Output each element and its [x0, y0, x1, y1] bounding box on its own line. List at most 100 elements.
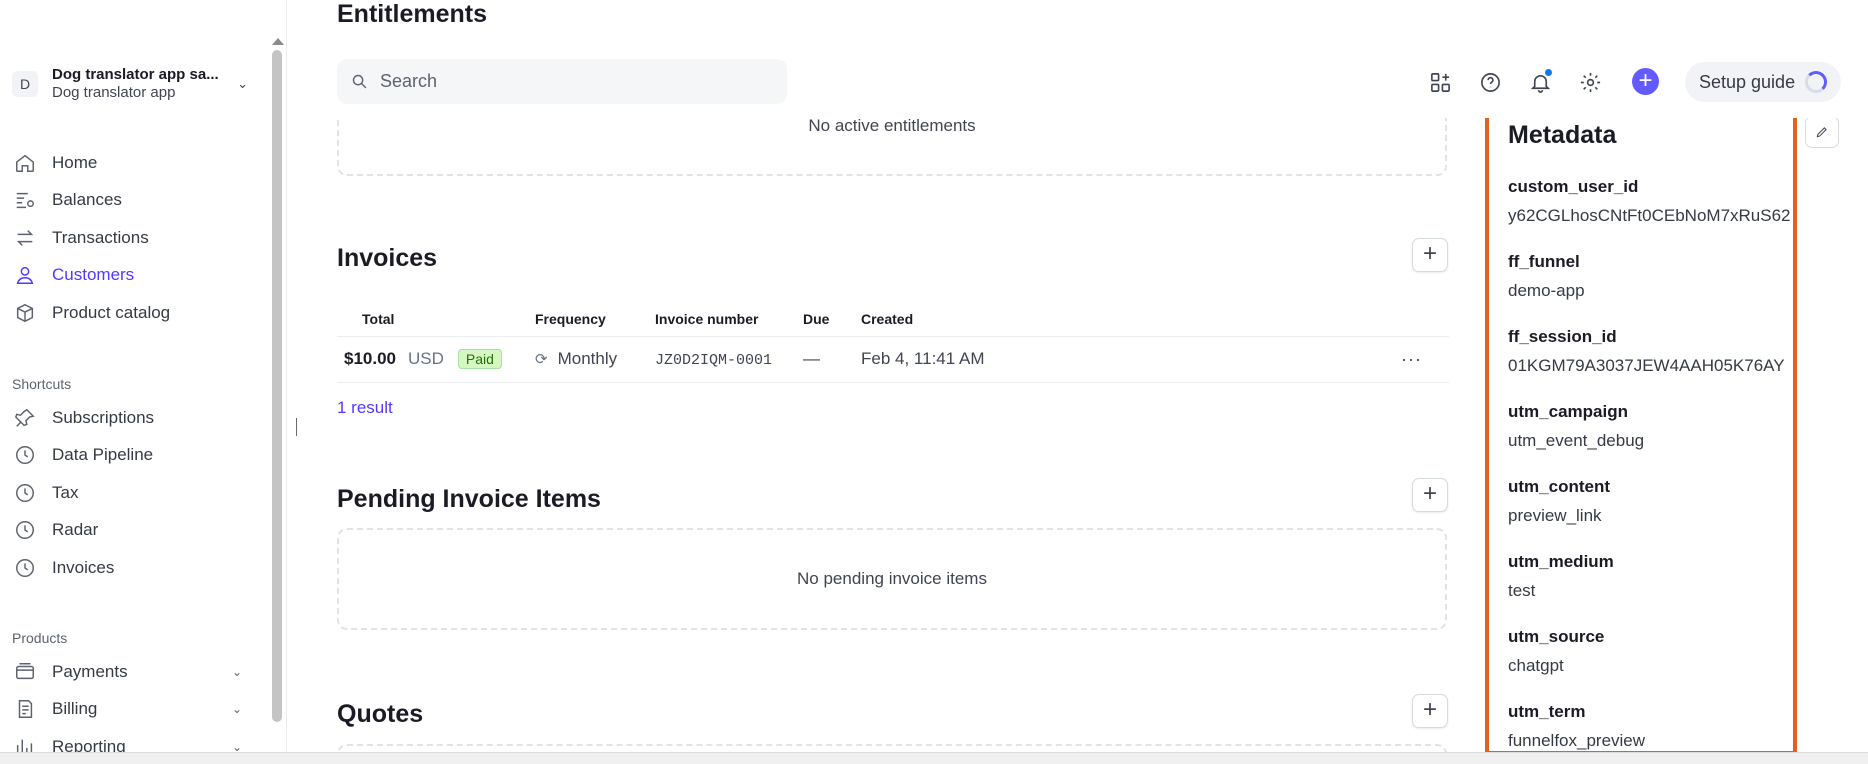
table-header-row: Total Frequency Invoice number Due Creat…: [337, 302, 1449, 337]
col-invoice-number: Invoice number: [655, 302, 803, 337]
status-badge: Paid: [457, 349, 502, 369]
metadata-item: ff_session_id 01KGM79A3037JEW4AAH05K76AY: [1508, 326, 1798, 401]
apps-icon[interactable]: [1427, 69, 1453, 95]
sidebar-item-label: Balances: [52, 190, 122, 210]
invoices-heading: Invoices: [337, 244, 438, 272]
metadata-item: custom_user_id y62CGLhosCNtFt0CEbNoM7xRu…: [1508, 176, 1798, 251]
metadata-item: utm_source chatgpt: [1508, 626, 1798, 701]
customers-icon: [12, 262, 38, 288]
sidebar-item-product-catalog[interactable]: Product catalog: [12, 294, 242, 332]
sidebar-item-label: Transactions: [52, 227, 149, 247]
more-actions-icon[interactable]: ···: [1401, 349, 1422, 369]
edit-metadata-button[interactable]: [1805, 116, 1839, 148]
account-subtitle: Dog translator app: [52, 84, 176, 101]
setup-guide-label: Setup guide: [1699, 71, 1796, 92]
metadata-value: test: [1508, 581, 1536, 600]
sidebar-item-balances[interactable]: Balances: [12, 182, 242, 220]
sidebar-item-label: Payments: [52, 661, 128, 681]
search-box[interactable]: [337, 59, 787, 104]
account-switcher[interactable]: D Dog translator app sa... Dog translato…: [12, 62, 248, 106]
create-new-button[interactable]: +: [1632, 68, 1659, 95]
sidebar-item-home[interactable]: Home: [12, 144, 242, 182]
chevron-down-icon: ⌄: [231, 739, 242, 752]
products-heading: Products: [12, 630, 68, 646]
add-quote-button[interactable]: +: [1412, 694, 1448, 728]
pencil-icon: [1816, 127, 1827, 138]
home-icon: [12, 150, 38, 176]
nav-main: Home Balances Transactions Customers Pro…: [12, 144, 242, 332]
payments-icon: [12, 659, 38, 685]
metadata-title: Metadata: [1508, 121, 1617, 149]
notifications-icon[interactable]: [1527, 69, 1553, 95]
search-input[interactable]: [380, 71, 760, 92]
sidebar-item-radar[interactable]: Radar: [12, 512, 242, 550]
invoice-due: —: [803, 349, 820, 368]
sidebar-item-label: Billing: [52, 699, 98, 719]
add-invoice-button[interactable]: +: [1412, 238, 1448, 272]
billing-icon: [12, 696, 38, 722]
metadata-value: chatgpt: [1508, 656, 1564, 675]
chevron-down-icon: ⌄: [237, 76, 248, 91]
metadata-key: utm_medium: [1508, 552, 1614, 571]
sidebar-item-transactions[interactable]: Transactions: [12, 219, 242, 257]
invoices-table: Total Frequency Invoice number Due Creat…: [337, 302, 1449, 383]
pending-items-empty-state: No pending invoice items: [337, 528, 1447, 630]
sidebar-item-subscriptions[interactable]: Subscriptions: [12, 399, 242, 437]
sidebar-item-data-pipeline[interactable]: Data Pipeline: [12, 437, 242, 475]
sidebar-item-tax[interactable]: Tax: [12, 474, 242, 512]
setup-guide-button[interactable]: Setup guide: [1685, 62, 1841, 102]
help-icon[interactable]: [1477, 69, 1503, 95]
sidebar-item-label: Product catalog: [52, 302, 171, 322]
account-name: Dog translator app sa...: [52, 66, 219, 83]
table-row[interactable]: $10.00 USD Paid ⟳ Monthly JZ0D2IQM-0001 — F…: [337, 336, 1449, 383]
sidebar-item-billing[interactable]: Billing ⌄: [12, 691, 242, 729]
sidebar-item-customers[interactable]: Customers: [12, 257, 242, 295]
add-pending-item-button[interactable]: +: [1412, 478, 1448, 512]
invoice-frequency: Monthly: [557, 349, 618, 368]
col-due: Due: [803, 302, 861, 337]
metadata-value: demo-app: [1508, 281, 1585, 300]
metadata-key: ff_funnel: [1508, 252, 1580, 271]
account-avatar: D: [12, 71, 38, 97]
metadata-panel: Metadata custom_user_id y62CGLhosCNtFt0C…: [1485, 114, 1797, 755]
metadata-key: custom_user_id: [1508, 177, 1639, 196]
scroll-up-arrow[interactable]: [272, 38, 284, 45]
recurring-icon: ⟳: [535, 351, 548, 368]
sidebar-item-label: Tax: [52, 482, 79, 502]
settings-gear-icon[interactable]: [1577, 69, 1603, 95]
pending-items-empty-text: No pending invoice items: [797, 569, 987, 588]
nav-products: Payments ⌄ Billing ⌄ Reporting ⌄: [12, 653, 242, 752]
invoice-result-count[interactable]: 1 result: [337, 398, 393, 418]
sidebar-item-reporting[interactable]: Reporting ⌄: [12, 728, 242, 752]
metadata-key: ff_session_id: [1508, 327, 1617, 346]
metadata-key: utm_campaign: [1508, 402, 1628, 421]
sidebar-item-payments[interactable]: Payments ⌄: [12, 653, 242, 691]
balances-icon: [12, 187, 38, 213]
entitlements-heading: Entitlements: [337, 0, 488, 28]
search-icon: [352, 74, 367, 89]
metadata-item: utm_medium test: [1508, 551, 1798, 626]
col-frequency: Frequency: [535, 302, 655, 337]
invoice-currency: USD: [408, 349, 444, 368]
notification-dot: [1545, 69, 1552, 76]
sidebar-item-label: Reporting: [52, 736, 126, 752]
sidebar-item-label: Data Pipeline: [52, 445, 154, 465]
invoice-amount: $10.00: [344, 349, 396, 368]
pin-icon: [12, 405, 38, 431]
col-total: Total: [337, 302, 535, 337]
metadata-key: utm_source: [1508, 627, 1605, 646]
metadata-value: preview_link: [1508, 506, 1602, 525]
sidebar-scrollbar[interactable]: [272, 50, 282, 722]
nav-shortcuts: Subscriptions Data Pipeline Tax Radar In…: [12, 399, 242, 587]
metadata-key: utm_content: [1508, 477, 1610, 496]
chevron-down-icon: ⌄: [231, 702, 242, 717]
sidebar-item-invoices[interactable]: Invoices: [12, 549, 242, 587]
invoice-number: JZ0D2IQM-0001: [655, 352, 773, 369]
top-bar: + Setup guide: [287, 48, 1868, 118]
sidebar-item-label: Radar: [52, 520, 99, 540]
metadata-list: custom_user_id y62CGLhosCNtFt0CEbNoM7xRu…: [1508, 176, 1798, 764]
transactions-icon: [12, 225, 38, 251]
product-catalog-icon: [12, 300, 38, 326]
horizontal-scrollbar[interactable]: [0, 752, 1868, 764]
resize-handle[interactable]: [296, 418, 297, 436]
